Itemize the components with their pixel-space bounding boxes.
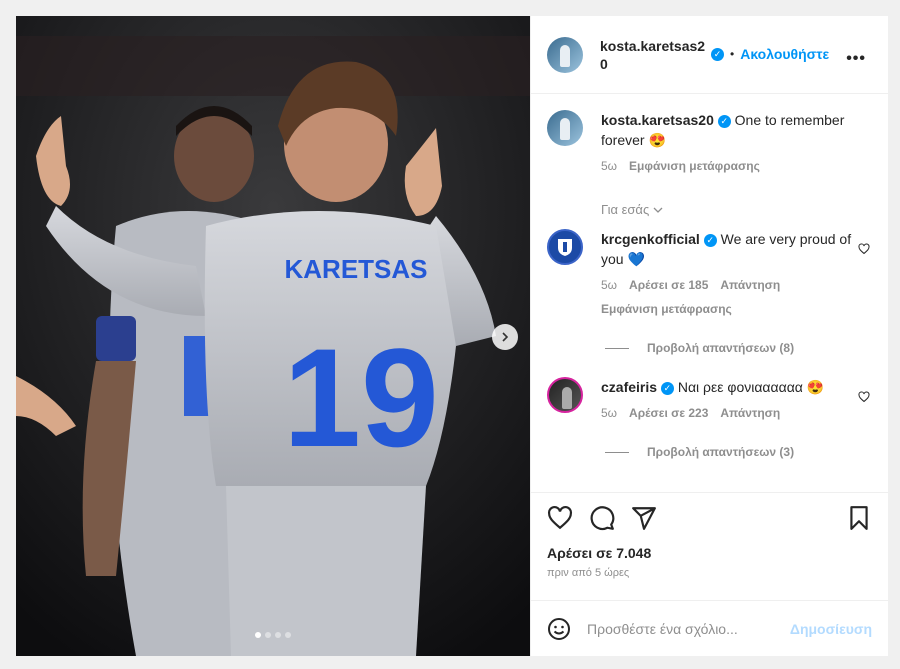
reply-button[interactable]: Απάντηση xyxy=(720,275,780,295)
avatar[interactable] xyxy=(547,110,583,146)
reply-button[interactable]: Απάντηση xyxy=(720,403,780,423)
caption-username[interactable]: kosta.karetsas20 xyxy=(601,112,714,128)
jersey-number: 19 xyxy=(283,319,439,476)
comment-text: Ναι ρεε φονιαααααα 😍 xyxy=(677,379,825,395)
follow-button[interactable]: Ακολουθήστε xyxy=(740,46,829,62)
heart-icon[interactable] xyxy=(547,505,573,531)
comment-item: czafeiris ✓ Ναι ρεε φονιαααααα 😍 5ω Αρέσ… xyxy=(547,377,872,423)
player-photo: KARETSAS 19 xyxy=(16,16,530,656)
comment-body: czafeiris ✓ Ναι ρεε φονιαααααα 😍 5ω Αρέσ… xyxy=(601,377,863,423)
header-username[interactable]: kosta.karetsas20 xyxy=(600,37,712,73)
emoji-icon[interactable] xyxy=(547,617,571,641)
view-replies-button[interactable]: Προβολή απαντήσεων (8) xyxy=(605,341,872,355)
heart-icon[interactable] xyxy=(858,391,870,403)
avatar[interactable] xyxy=(547,36,583,73)
comment-time: 5ω xyxy=(601,406,618,420)
carousel-dot xyxy=(265,632,271,638)
comment-meta: 5ω Αρέσει σε 185 Απάντηση xyxy=(601,275,863,295)
separator: • xyxy=(730,47,735,61)
comment-likes[interactable]: Αρέσει σε 223 xyxy=(629,403,708,423)
heart-icon[interactable] xyxy=(858,243,870,255)
caption-meta: 5ω Εμφάνιση μετάφρασης xyxy=(601,156,863,176)
translate-link[interactable]: Εμφάνιση μετάφρασης xyxy=(601,299,863,319)
club-logo-icon xyxy=(558,239,572,256)
replies-divider xyxy=(605,347,629,349)
carousel-dots xyxy=(16,632,530,638)
for-you-label: Για εσάς xyxy=(601,202,650,217)
bookmark-icon[interactable] xyxy=(846,505,872,531)
comments-list: kosta.karetsas20 ✓ One to remember forev… xyxy=(531,94,888,492)
comment-likes[interactable]: Αρέσει σε 185 xyxy=(629,275,708,295)
post-card: KARETSAS 19 kosta.karetsas20 ✓ • Ακολουθ… xyxy=(16,16,888,656)
replies-divider xyxy=(605,451,629,453)
post-header: kosta.karetsas20 ✓ • Ακολουθήστε ••• xyxy=(531,16,888,94)
carousel-dot xyxy=(275,632,281,638)
view-replies-label: Προβολή απαντήσεων (3) xyxy=(647,445,795,459)
view-replies-label: Προβολή απαντήσεων (8) xyxy=(647,341,795,355)
comment-item: krcgenkofficial ✓ We are very proud of y… xyxy=(547,229,872,319)
carousel-next-button[interactable] xyxy=(492,324,518,350)
likes-count[interactable]: Αρέσει σε 7.048 xyxy=(547,545,872,561)
comment-input[interactable]: Προσθέστε ένα σχόλιο... xyxy=(587,621,790,637)
chevron-down-icon xyxy=(653,207,663,213)
post-time[interactable]: πριν από 5 ώρες xyxy=(547,567,872,579)
translate-link[interactable]: Εμφάνιση μετάφρασης xyxy=(629,156,760,176)
post-actions: Αρέσει σε 7.048 πριν από 5 ώρες xyxy=(531,492,888,600)
post-comment-button[interactable]: Δημοσίευση xyxy=(790,621,872,637)
comment-meta: 5ω Αρέσει σε 223 Απάντηση xyxy=(601,403,863,423)
action-icons xyxy=(547,505,872,531)
verified-icon: ✓ xyxy=(703,233,717,247)
view-replies-button[interactable]: Προβολή απαντήσεων (3) xyxy=(605,445,872,459)
comment-time: 5ω xyxy=(601,278,618,292)
verified-icon: ✓ xyxy=(717,114,731,128)
avatar[interactable] xyxy=(547,229,583,265)
add-comment-bar: Προσθέστε ένα σχόλιο... Δημοσίευση xyxy=(531,600,888,656)
share-icon[interactable] xyxy=(631,505,657,531)
comment-icon[interactable] xyxy=(589,505,615,531)
chevron-right-icon xyxy=(502,332,509,342)
carousel-dot xyxy=(285,632,291,638)
verified-icon: ✓ xyxy=(660,381,674,395)
more-options-button[interactable]: ••• xyxy=(846,50,866,68)
caption-body: kosta.karetsas20 ✓ One to remember forev… xyxy=(601,110,863,176)
avatar[interactable] xyxy=(547,377,583,413)
comment-username[interactable]: krcgenkofficial xyxy=(601,231,700,247)
jersey-name: KARETSAS xyxy=(284,254,427,284)
comment-username[interactable]: czafeiris xyxy=(601,379,657,395)
caption: kosta.karetsas20 ✓ One to remember forev… xyxy=(547,110,872,176)
caption-time: 5ω xyxy=(601,159,618,173)
verified-icon: ✓ xyxy=(711,47,724,61)
carousel-dot xyxy=(255,632,261,638)
for-you-filter[interactable]: Για εσάς xyxy=(601,202,872,217)
post-side-panel: kosta.karetsas20 ✓ • Ακολουθήστε ••• kos… xyxy=(530,16,888,656)
comment-body: krcgenkofficial ✓ We are very proud of y… xyxy=(601,229,863,319)
follow-area: ✓ • Ακολουθήστε xyxy=(711,46,829,62)
post-media[interactable]: KARETSAS 19 xyxy=(16,16,530,656)
